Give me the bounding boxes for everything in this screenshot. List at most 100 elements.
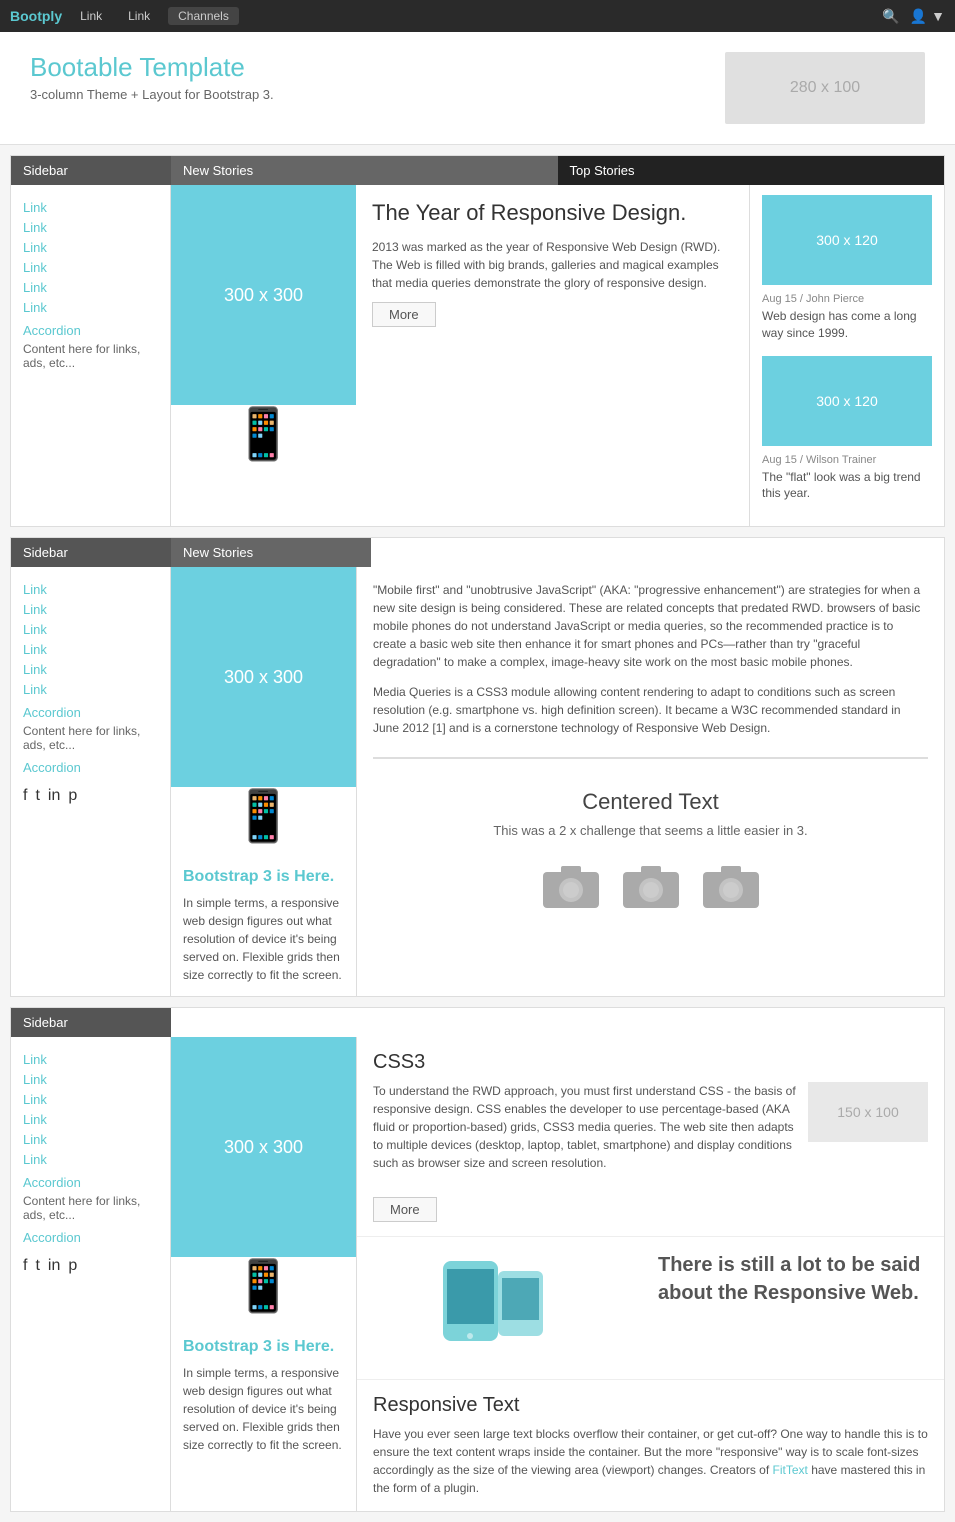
page-header: Bootable Template 3-column Theme + Layou… — [0, 32, 955, 145]
section-1-body: Link Link Link Link Link Link Accordion … — [11, 185, 944, 526]
new-stories-placeholder-3: 300 x 300 — [171, 1037, 356, 1257]
section-2-header: Sidebar New Stories — [11, 538, 371, 567]
search-icon[interactable]: 🔍 — [882, 8, 899, 25]
sidebar-link-1[interactable]: Link — [23, 200, 158, 215]
side-story-img-1: 300 x 120 — [762, 195, 932, 285]
new-stories-placeholder-2: 300 x 300 — [171, 567, 356, 787]
twitter-icon-2[interactable]: t — [35, 1257, 39, 1275]
facebook-icon-2[interactable]: f — [23, 1257, 27, 1275]
css3-section: CSS3 To understand the RWD approach, you… — [357, 1037, 944, 1236]
phones-svg — [433, 1251, 583, 1351]
top-article-1: The Year of Responsive Design. 2013 was … — [356, 185, 749, 526]
centered-title: Centered Text — [393, 789, 908, 815]
s3-sidebar-link-3[interactable]: Link — [23, 1092, 158, 1107]
s2-sidebar-link-3[interactable]: Link — [23, 622, 158, 637]
resp-title: Responsive Text — [373, 1394, 928, 1417]
section-2: Sidebar New Stories Link Link Link Link … — [10, 537, 945, 997]
s2-sidebar-link-1[interactable]: Link — [23, 582, 158, 597]
sidebar-link-3[interactable]: Link — [23, 240, 158, 255]
s2-sidebar-link-5[interactable]: Link — [23, 662, 158, 677]
s3-sidebar-accordion[interactable]: Accordion — [23, 1175, 158, 1190]
article-title-1: The Year of Responsive Design. — [372, 199, 733, 228]
phone-graphic-2: 📱 — [171, 787, 356, 856]
header-ad-placeholder: 280 x 100 — [725, 52, 925, 124]
section-1-top-stories-header: Top Stories — [558, 156, 945, 185]
section-2-sidebar-header: Sidebar — [11, 538, 171, 567]
s3-sidebar-accordion-content: Content here for links, ads, etc... — [23, 1194, 158, 1222]
section-3-sidebar-header: Sidebar — [11, 1008, 171, 1037]
big-quote-text: There is still a lot to be said about th… — [658, 1251, 928, 1307]
s2-sidebar-accordion-content: Content here for links, ads, etc... — [23, 724, 158, 752]
css3-side-img: 150 x 100 — [808, 1082, 928, 1142]
section-3-main-content: CSS3 To understand the RWD approach, you… — [356, 1037, 944, 1511]
navbar-link-2[interactable]: Link — [120, 9, 158, 23]
css3-with-side: To understand the RWD approach, you must… — [373, 1082, 928, 1222]
camera-icon-3 — [701, 858, 761, 913]
s3-sidebar-link-6[interactable]: Link — [23, 1152, 158, 1167]
section-1-header: Sidebar New Stories Top Stories — [11, 156, 944, 185]
s3-sidebar-link-2[interactable]: Link — [23, 1072, 158, 1087]
css3-text: To understand the RWD approach, you must… — [373, 1082, 798, 1222]
page-subtitle: 3-column Theme + Layout for Bootstrap 3. — [30, 87, 274, 102]
centered-subtitle: This was a 2 x challenge that seems a li… — [393, 823, 908, 838]
linkedin-icon-2[interactable]: in — [48, 1257, 60, 1275]
social-icons-2: f t in p — [23, 1257, 158, 1275]
sidebar-accordion-1[interactable]: Accordion — [23, 323, 158, 338]
s2-body-text-1: "Mobile first" and "unobtrusive JavaScri… — [373, 581, 928, 671]
section-1-sidebar: Link Link Link Link Link Link Accordion … — [11, 185, 171, 526]
side-story-img-2: 300 x 120 — [762, 356, 932, 446]
section-1: Sidebar New Stories Top Stories Link Lin… — [10, 155, 945, 527]
css3-title: CSS3 — [373, 1051, 928, 1074]
side-story-2: 300 x 120 Aug 15 / Wilson Trainer The "f… — [762, 356, 932, 503]
s3-sidebar-link-1[interactable]: Link — [23, 1052, 158, 1067]
camera-icons — [393, 858, 908, 913]
user-icon[interactable]: 👤 ▼ — [910, 8, 945, 25]
navbar: Bootply Link Link Channels 🔍 👤 ▼ — [0, 0, 955, 32]
s2-sidebar-accordion[interactable]: Accordion — [23, 705, 158, 720]
sidebar-link-5[interactable]: Link — [23, 280, 158, 295]
pinterest-icon[interactable]: p — [68, 787, 77, 805]
navbar-link-1[interactable]: Link — [72, 9, 110, 23]
side-story-text-1: Web design has come a long way since 199… — [762, 308, 932, 342]
s2-sidebar-link-6[interactable]: Link — [23, 682, 158, 697]
twitter-icon[interactable]: t — [35, 787, 39, 805]
s3-sidebar-accordion-2[interactable]: Accordion — [23, 1230, 158, 1245]
sidebar-link-6[interactable]: Link — [23, 300, 158, 315]
fittext-link[interactable]: FitText — [773, 1463, 808, 1477]
linkedin-icon[interactable]: in — [48, 787, 60, 805]
facebook-icon[interactable]: f — [23, 787, 27, 805]
s2-sidebar-link-4[interactable]: Link — [23, 642, 158, 657]
camera-icon-2 — [621, 858, 681, 913]
phone-graphic-3: 📱 — [171, 1257, 356, 1326]
bootstrap-text-2: In simple terms, a responsive web design… — [183, 1364, 344, 1454]
s2-sidebar-accordion-2[interactable]: Accordion — [23, 760, 158, 775]
camera-icon-1 — [541, 858, 601, 913]
s3-sidebar-link-5[interactable]: Link — [23, 1132, 158, 1147]
resp-text-section: Responsive Text Have you ever seen large… — [357, 1379, 944, 1511]
section-3: Sidebar Link Link Link Link Link Link Ac… — [10, 1007, 945, 1512]
side-story-text-2: The "flat" look was a big trend this yea… — [762, 469, 932, 503]
section-2-new-stories-header: New Stories — [171, 538, 371, 567]
sidebar-link-4[interactable]: Link — [23, 260, 158, 275]
s2-body-text-2: Media Queries is a CSS3 module allowing … — [373, 683, 928, 737]
navbar-channels[interactable]: Channels — [168, 7, 239, 25]
navbar-brand[interactable]: Bootply — [10, 8, 62, 24]
article-body-1: 2013 was marked as the year of Responsiv… — [372, 238, 733, 292]
more-button-1[interactable]: More — [372, 302, 436, 327]
s2-sidebar-link-2[interactable]: Link — [23, 602, 158, 617]
sidebar-link-2[interactable]: Link — [23, 220, 158, 235]
page-title: Bootable Template — [30, 52, 274, 83]
resp-text: Have you ever seen large text blocks ove… — [373, 1425, 928, 1497]
phone-graphic-1: 📱 — [171, 405, 356, 474]
section-3-sidebar: Link Link Link Link Link Link Accordion … — [11, 1037, 171, 1511]
pinterest-icon-2[interactable]: p — [68, 1257, 77, 1275]
centered-section: Centered Text This was a 2 x challenge t… — [373, 758, 928, 943]
s3-sidebar-link-4[interactable]: Link — [23, 1112, 158, 1127]
side-story-meta-2: Aug 15 / Wilson Trainer — [762, 454, 932, 466]
big-quote-section: There is still a lot to be said about th… — [357, 1236, 944, 1379]
bootstrap-text-1: In simple terms, a responsive web design… — [183, 894, 344, 984]
section-2-body: Link Link Link Link Link Link Accordion … — [11, 567, 944, 996]
social-icons-1: f t in p — [23, 787, 158, 805]
more-button-2[interactable]: More — [373, 1197, 437, 1222]
top-right-stories: 300 x 120 Aug 15 / John Pierce Web desig… — [749, 185, 944, 526]
